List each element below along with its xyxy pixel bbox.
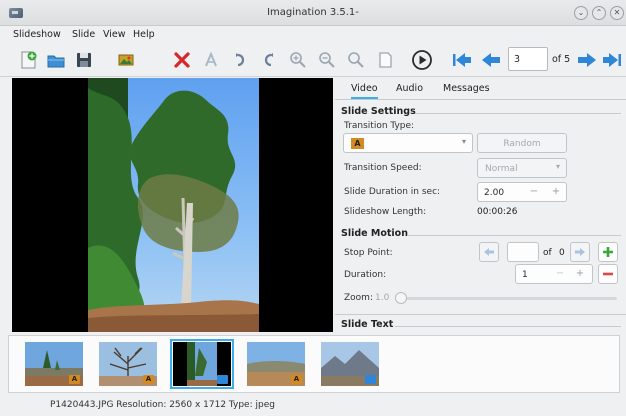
slide-thumbnail-2-badge: A <box>143 375 154 384</box>
window-title: Imagination 3.5.1- <box>267 7 359 18</box>
transition-type-select[interactable]: A ▾ <box>343 133 473 153</box>
status-text: P1420443.JPG Resolution: 2560 x 1712 Typ… <box>50 400 275 410</box>
preview-photo <box>88 78 259 332</box>
close-button[interactable]: ✕ <box>610 6 624 20</box>
thumbnail-strip: A A A <box>8 335 620 393</box>
stop-point-prev-button[interactable] <box>479 242 499 262</box>
zoom-in-icon[interactable] <box>287 49 309 71</box>
slide-thumbnail-3-badge <box>217 375 228 384</box>
motion-duration-value: 1 <box>522 270 528 280</box>
previous-slide-icon[interactable] <box>480 49 502 71</box>
stop-point-input[interactable] <box>507 242 539 262</box>
add-stop-point-button[interactable] <box>598 242 618 262</box>
first-slide-icon[interactable] <box>451 49 473 71</box>
slide-number-input[interactable]: 3 <box>508 47 548 71</box>
slide-thumbnail-5[interactable] <box>321 342 379 386</box>
slide-duration-stepper[interactable]: 2.00 − + <box>477 182 567 202</box>
maximize-button[interactable]: ⌃ <box>592 6 606 20</box>
slide-duration-value: 2.00 <box>484 188 505 198</box>
rotate-counterclockwise-icon[interactable] <box>258 49 280 71</box>
motion-duration-label: Duration: <box>344 270 387 280</box>
remove-stop-point-button[interactable] <box>598 264 618 284</box>
open-folder-icon[interactable] <box>45 49 67 71</box>
title-bar: Imagination 3.5.1- ⌄ ⌃ ✕ <box>0 0 626 26</box>
stop-point-total: 0 <box>559 248 565 258</box>
slideshow-length-label: Slideshow Length: <box>344 207 427 217</box>
slide-text-heading: Slide Text <box>341 319 394 330</box>
transition-type-badge: A <box>351 138 364 149</box>
transition-speed-value: Normal <box>485 164 518 174</box>
zoom-out-icon[interactable] <box>316 49 338 71</box>
settings-panel: Video Audio Messages Slide Settings Tran… <box>335 78 626 332</box>
plus-icon[interactable]: + <box>548 184 564 200</box>
chevron-down-icon: ▾ <box>555 162 560 171</box>
settings-tabs: Video Audio Messages <box>335 78 626 100</box>
zoom-slider-track[interactable] <box>397 297 617 300</box>
status-bar: P1420443.JPG Resolution: 2560 x 1712 Typ… <box>0 395 626 416</box>
slide-thumbnail-5-badge <box>365 375 376 384</box>
tab-video[interactable]: Video <box>351 83 378 99</box>
slide-thumbnail-2[interactable]: A <box>99 342 157 386</box>
last-slide-icon[interactable] <box>601 49 623 71</box>
minus-icon[interactable]: − <box>526 184 542 200</box>
new-slideshow-icon[interactable] <box>17 49 39 71</box>
slide-count-label: of 5 <box>552 54 571 65</box>
divider <box>415 113 621 114</box>
slide-thumbnail-1[interactable]: A <box>25 342 83 386</box>
slideshow-length-value: 00:00:26 <box>477 207 518 217</box>
slide-settings-heading: Slide Settings <box>341 106 416 117</box>
stop-point-next-button[interactable] <box>570 242 590 262</box>
slide-duration-label: Slide Duration in sec: <box>344 187 441 197</box>
slide-thumbnail-3[interactable] <box>170 339 234 389</box>
rotate-clockwise-icon[interactable] <box>229 49 251 71</box>
slide-thumbnail-1-badge: A <box>69 375 80 384</box>
stop-point-label: Stop Point: <box>344 248 393 258</box>
save-icon[interactable] <box>73 49 95 71</box>
import-pictures-icon[interactable] <box>115 49 137 71</box>
menu-slide[interactable]: Slide <box>72 29 95 40</box>
chevron-down-icon: ▾ <box>461 137 466 146</box>
menu-slideshow[interactable]: Slideshow <box>13 29 61 40</box>
slide-thumbnail-4-badge: A <box>291 375 302 384</box>
fullscreen-icon[interactable] <box>374 49 396 71</box>
tab-messages[interactable]: Messages <box>443 83 490 94</box>
divider <box>335 314 626 315</box>
menu-bar: Slideshow Slide View Help <box>0 26 626 43</box>
tab-audio[interactable]: Audio <box>396 83 423 94</box>
next-slide-icon[interactable] <box>576 49 598 71</box>
delete-icon[interactable] <box>171 49 193 71</box>
transition-speed-select[interactable]: Normal ▾ <box>477 158 567 178</box>
slide-preview[interactable] <box>12 78 333 332</box>
transition-type-label: Transition Type: <box>344 121 415 131</box>
motion-duration-stepper[interactable]: 1 − + <box>515 264 593 284</box>
zoom-slider-handle[interactable] <box>395 292 407 304</box>
zoom-label: Zoom: <box>344 293 373 303</box>
transition-speed-label: Transition Speed: <box>344 163 422 173</box>
menu-help[interactable]: Help <box>133 29 155 40</box>
text-a-icon[interactable] <box>200 49 222 71</box>
divider <box>395 326 621 327</box>
play-icon[interactable] <box>411 49 433 71</box>
minus-icon[interactable]: − <box>552 266 568 282</box>
stop-point-of-label: of <box>543 248 552 258</box>
slide-motion-heading: Slide Motion <box>341 228 408 239</box>
random-button[interactable]: Random <box>477 133 567 153</box>
plus-icon[interactable]: + <box>572 266 588 282</box>
minimize-button[interactable]: ⌄ <box>574 6 588 20</box>
slide-thumbnail-4[interactable]: A <box>247 342 305 386</box>
zoom-fit-icon[interactable] <box>345 49 367 71</box>
zoom-value: 1.0 <box>375 293 390 303</box>
menu-view[interactable]: View <box>103 29 126 40</box>
divider <box>407 235 621 236</box>
